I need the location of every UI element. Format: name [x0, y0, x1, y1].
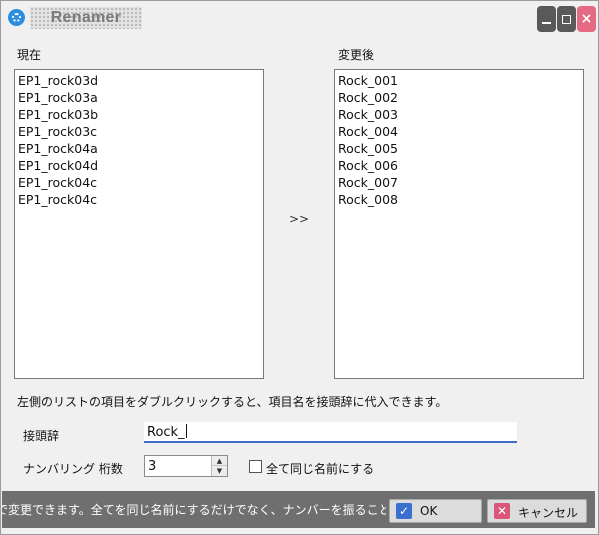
- spin-buttons: ▲ ▼: [211, 456, 227, 476]
- same-name-label[interactable]: 全て同じ名前にする: [266, 460, 374, 477]
- maximize-button[interactable]: [557, 6, 576, 32]
- list-item[interactable]: Rock_003: [338, 106, 580, 123]
- minimize-icon: [542, 22, 551, 24]
- app-icon: [8, 9, 25, 26]
- current-list[interactable]: EP1_rock03d EP1_rock03a EP1_rock03b EP1_roc…: [14, 69, 264, 379]
- maximize-icon: [562, 15, 571, 24]
- spin-down-button[interactable]: ▼: [212, 466, 227, 476]
- list-item[interactable]: Rock_007: [338, 174, 580, 191]
- numbering-value: 3: [148, 459, 157, 474]
- list-item[interactable]: EP1_rock04d: [18, 157, 260, 174]
- after-label: 変更後: [338, 48, 375, 62]
- hint-text: 左側のリストの項目をダブルクリックすると、項目名を接頭辞に代入できます。: [17, 395, 448, 409]
- arrow-indicator: >>: [289, 212, 310, 226]
- numbering-label: ナンバリング 桁数: [23, 462, 123, 476]
- list-item[interactable]: EP1_rock03c: [18, 123, 260, 140]
- cancel-label: キャンセル: [518, 506, 579, 520]
- list-item[interactable]: Rock_001: [338, 72, 580, 89]
- ok-label: OK: [420, 504, 438, 518]
- prefix-label: 接頭辞: [23, 429, 60, 443]
- list-item[interactable]: EP1_rock04c: [18, 174, 260, 191]
- spin-up-button[interactable]: ▲: [212, 456, 227, 466]
- prefix-value: Rock_: [147, 425, 185, 440]
- renamer-window: Renamer × 現在 EP1_rock03d EP1_rock03a EP1_r…: [0, 0, 599, 535]
- title-plate: Renamer: [30, 7, 142, 29]
- status-ticker: で変更できます。全てを同じ名前にするだけでなく、ナンバーを振ることもできます。: [2, 503, 386, 517]
- current-label: 現在: [17, 48, 42, 62]
- ok-button[interactable]: ✓ OK: [389, 499, 482, 523]
- prefix-input[interactable]: Rock_: [144, 422, 517, 443]
- list-item[interactable]: EP1_rock03b: [18, 106, 260, 123]
- list-item[interactable]: Rock_008: [338, 191, 580, 208]
- list-item[interactable]: EP1_rock04c: [18, 191, 260, 208]
- status-bar: で変更できます。全てを同じ名前にするだけでなく、ナンバーを振ることもできます。 …: [2, 491, 595, 528]
- list-item[interactable]: Rock_005: [338, 140, 580, 157]
- close-button[interactable]: ×: [577, 6, 596, 32]
- after-list[interactable]: Rock_001 Rock_002 Rock_003 Rock_004 Rock_005…: [334, 69, 584, 379]
- minimize-button[interactable]: [537, 6, 556, 32]
- text-caret: [185, 424, 187, 438]
- list-item[interactable]: Rock_002: [338, 89, 580, 106]
- list-item[interactable]: EP1_rock03a: [18, 89, 260, 106]
- list-item[interactable]: EP1_rock04a: [18, 140, 260, 157]
- list-item[interactable]: EP1_rock03d: [18, 72, 260, 89]
- list-item[interactable]: Rock_006: [338, 157, 580, 174]
- cancel-button[interactable]: ✕ キャンセル: [487, 499, 587, 523]
- list-item[interactable]: Rock_004: [338, 123, 580, 140]
- window-title: Renamer: [50, 9, 122, 26]
- cross-icon: ✕: [494, 503, 510, 519]
- numbering-spinbox[interactable]: 3 ▲ ▼: [144, 455, 228, 477]
- checkmark-icon: ✓: [396, 503, 412, 519]
- close-icon: ×: [580, 11, 593, 27]
- same-name-checkbox[interactable]: [249, 460, 262, 473]
- title-bar[interactable]: Renamer ×: [1, 1, 598, 35]
